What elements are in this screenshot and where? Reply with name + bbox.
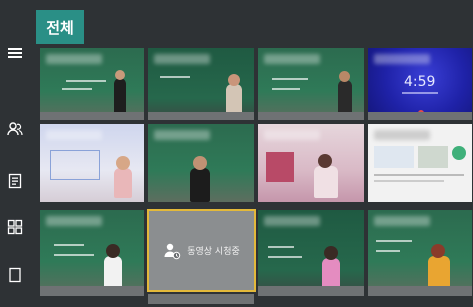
student-name-blurred (374, 130, 430, 140)
video-tile[interactable] (40, 124, 144, 202)
tile-status-bar (148, 294, 254, 304)
waiting-label: 동영상 시청중 (187, 247, 240, 257)
app-frame: 전체 4:59 동영상 시청중 (0, 0, 473, 307)
video-tile[interactable] (148, 124, 254, 202)
tile-status-bar (40, 286, 144, 296)
video-tile[interactable] (258, 210, 364, 296)
presenter (114, 78, 126, 114)
tile-status-bar (148, 112, 254, 120)
tile-status-bar (40, 112, 144, 120)
grid-view-icon[interactable] (6, 218, 24, 236)
student-name-blurred (46, 54, 102, 64)
student-name-blurred (154, 130, 210, 140)
student-name-blurred (154, 54, 210, 64)
tile-status-bar (258, 112, 364, 120)
document-list-icon[interactable] (6, 172, 24, 190)
video-tile[interactable] (40, 210, 144, 296)
video-tile[interactable] (258, 48, 364, 120)
student-name-blurred (46, 216, 102, 226)
tab-all[interactable]: 전체 (36, 10, 84, 44)
selected-video-tile[interactable]: 동영상 시청중 (147, 209, 256, 292)
lock-screen-clock: 4:59 (404, 74, 436, 90)
presenter (338, 80, 352, 114)
student-name-blurred (264, 130, 320, 140)
video-grid: 4:59 동영상 시청중 (36, 48, 473, 307)
user-waiting-icon (164, 243, 181, 259)
video-tile[interactable] (368, 124, 472, 202)
sidebar (0, 0, 30, 307)
single-view-icon[interactable] (6, 266, 24, 284)
student-name-blurred (374, 216, 430, 226)
student-name-blurred (264, 54, 320, 64)
presenter (226, 84, 242, 114)
people-icon[interactable] (6, 120, 24, 138)
waiting-state: 동영상 시청중 (149, 211, 254, 290)
student-name-blurred (46, 130, 102, 140)
presenter (314, 166, 338, 198)
presenter (114, 168, 132, 198)
tile-status-bar (258, 286, 364, 296)
tile-status-bar (368, 112, 472, 120)
presenter (190, 168, 210, 202)
video-tile[interactable] (40, 48, 144, 120)
student-name-blurred (264, 216, 320, 226)
video-tile[interactable] (148, 48, 254, 120)
video-tile[interactable]: 4:59 (368, 48, 472, 120)
menu-icon[interactable] (6, 44, 24, 62)
tile-status-bar (368, 286, 472, 296)
video-tile[interactable] (368, 210, 472, 296)
student-name-blurred (374, 54, 430, 64)
video-tile[interactable] (258, 124, 364, 202)
